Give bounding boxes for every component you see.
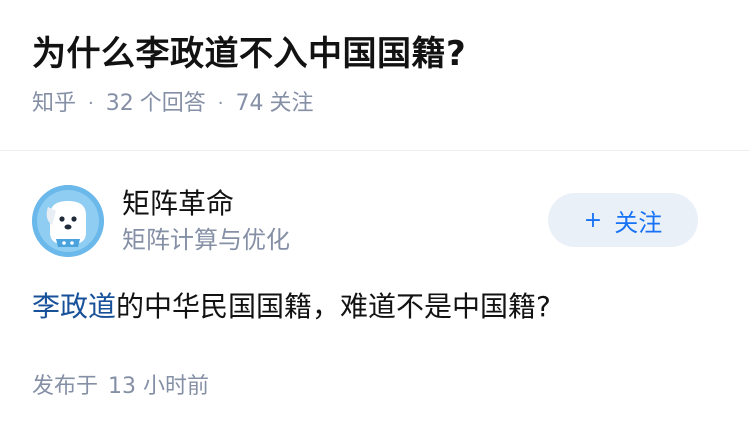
question-meta: 知乎 · 32 个回答 · 74 关注	[32, 88, 718, 120]
answer-content: 李政道的中华民国国籍，难道不是中国籍?	[32, 287, 718, 327]
time-value: 13 小时前	[108, 374, 210, 399]
author-headline: 矩阵计算与优化	[122, 226, 290, 254]
plus-icon: +	[583, 207, 603, 233]
source-label[interactable]: 知乎	[32, 88, 76, 120]
separator-dot: ·	[217, 93, 224, 114]
follow-button-label: 关注	[614, 208, 663, 237]
answer-card: 矩阵革命 矩阵计算与优化 + 关注 李政道的中华民国国籍，难道不是中国籍? 发布…	[0, 151, 750, 403]
answer-count-label: 个回答	[139, 91, 206, 116]
avatar[interactable]	[32, 185, 104, 257]
follower-count-label: 关注	[269, 91, 314, 116]
question-title[interactable]: 为什么李政道不入中国国籍?	[32, 30, 718, 78]
question-page: 为什么李政道不入中国国籍? 知乎 · 32 个回答 · 74 关注 矩阵革命 矩…	[0, 0, 750, 438]
follow-button[interactable]: + 关注	[548, 193, 698, 247]
follower-count: 74	[235, 91, 264, 116]
time-label: 发布于	[32, 374, 99, 399]
answer-time: 发布于 13 小时前	[32, 371, 718, 403]
avatar-dog-icon	[32, 185, 104, 257]
question-header: 为什么李政道不入中国国籍? 知乎 · 32 个回答 · 74 关注	[0, 0, 750, 151]
answer-count: 32	[105, 91, 134, 116]
author-info: 矩阵革命 矩阵计算与优化	[122, 186, 290, 256]
separator-dot: ·	[88, 93, 94, 114]
author-row: 矩阵革命 矩阵计算与优化 + 关注	[32, 183, 718, 259]
content-topic-link[interactable]: 李政道	[32, 290, 116, 323]
author-name[interactable]: 矩阵革命	[122, 186, 290, 222]
answer-text: 的中华民国国籍，难道不是中国籍?	[116, 290, 551, 323]
